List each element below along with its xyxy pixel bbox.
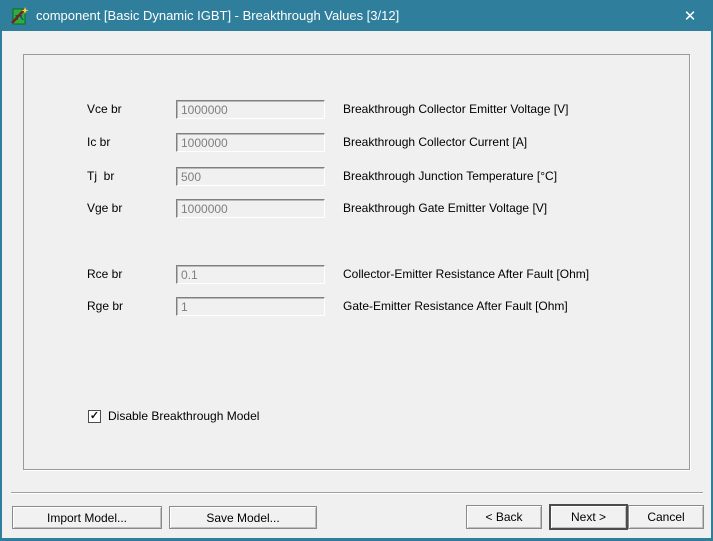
param-label-vce-br: Vce br: [87, 100, 122, 119]
checkbox-check-icon: ✓: [88, 410, 101, 423]
param-label-ic-br: Ic br: [87, 133, 110, 152]
save-model-button[interactable]: Save Model...: [169, 506, 317, 529]
back-button[interactable]: < Back: [466, 505, 542, 529]
param-input-vce-br[interactable]: [176, 100, 325, 119]
next-button[interactable]: Next >: [549, 504, 628, 530]
form-row-tj-br: Tj br Breakthrough Junction Temperature …: [2, 167, 711, 186]
close-icon: ✕: [684, 7, 697, 25]
param-description-vge-br: Breakthrough Gate Emitter Voltage [V]: [343, 199, 547, 218]
param-description-rce-br: Collector-Emitter Resistance After Fault…: [343, 265, 589, 284]
form-row-vce-br: Vce br Breakthrough Collector Emitter Vo…: [2, 100, 711, 119]
form-row-ic-br: Ic br Breakthrough Collector Current [A]: [2, 133, 711, 152]
param-description-ic-br: Breakthrough Collector Current [A]: [343, 133, 527, 152]
close-button[interactable]: ✕: [667, 0, 713, 31]
form-row-rce-br: Rce br Collector-Emitter Resistance Afte…: [2, 265, 711, 284]
param-input-ic-br[interactable]: [176, 133, 325, 152]
param-label-tj-br: Tj br: [87, 167, 114, 186]
param-label-vge-br: Vge br: [87, 199, 122, 218]
app-icon: [9, 6, 29, 26]
dialog-body: Vce br Breakthrough Collector Emitter Vo…: [2, 31, 711, 538]
param-input-tj-br[interactable]: [176, 167, 325, 186]
param-input-rge-br[interactable]: [176, 297, 325, 316]
wizard-dialog: component [Basic Dynamic IGBT] - Breakth…: [0, 0, 713, 541]
form-row-vge-br: Vge br Breakthrough Gate Emitter Voltage…: [2, 199, 711, 218]
checkbox-label: Disable Breakthrough Model: [108, 409, 259, 423]
cancel-button[interactable]: Cancel: [628, 505, 704, 529]
import-model-button[interactable]: Import Model...: [12, 506, 162, 529]
form-row-rge-br: Rge br Gate-Emitter Resistance After Fau…: [2, 297, 711, 316]
titlebar: component [Basic Dynamic IGBT] - Breakth…: [0, 0, 713, 31]
window-title: component [Basic Dynamic IGBT] - Breakth…: [36, 0, 399, 31]
param-description-vce-br: Breakthrough Collector Emitter Voltage […: [343, 100, 568, 119]
param-description-tj-br: Breakthrough Junction Temperature [°C]: [343, 167, 557, 186]
param-input-vge-br[interactable]: [176, 199, 325, 218]
param-description-rge-br: Gate-Emitter Resistance After Fault [Ohm…: [343, 297, 568, 316]
param-label-rge-br: Rge br: [87, 297, 123, 316]
footer-separator: [11, 492, 703, 494]
param-label-rce-br: Rce br: [87, 265, 122, 284]
disable-breakthrough-checkbox[interactable]: ✓ Disable Breakthrough Model: [88, 408, 259, 424]
param-input-rce-br[interactable]: [176, 265, 325, 284]
